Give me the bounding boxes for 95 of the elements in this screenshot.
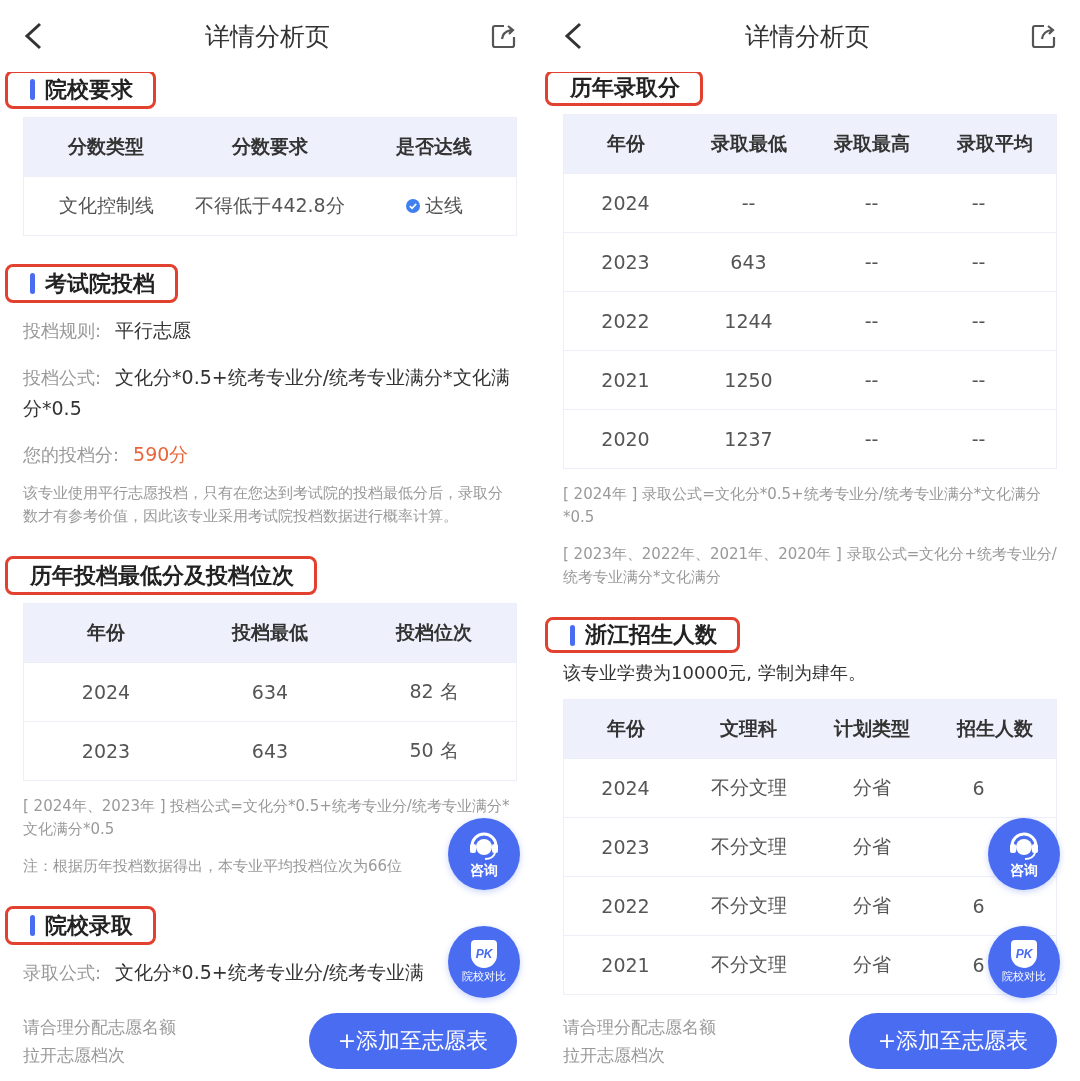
table-cell: 2023: [601, 251, 650, 273]
table-cell: 2021: [601, 369, 650, 391]
table-cell: --: [971, 310, 986, 332]
column-header: 投档位次: [394, 620, 473, 645]
table-cell: 634: [251, 681, 289, 703]
share-icon: [1030, 22, 1058, 50]
section-title: 院校录取: [45, 911, 133, 940]
table-cell-text: 不分文理: [710, 893, 787, 918]
share-button[interactable]: [490, 22, 518, 50]
section-title: 历年投档最低分及投档位次: [30, 561, 294, 590]
table-cell: 2024: [601, 777, 650, 799]
table-cell: 643: [730, 251, 767, 273]
table-cell: 2022: [601, 310, 650, 332]
shield-icon: PK: [471, 940, 497, 968]
column-header: 录取平均: [955, 131, 1034, 156]
section-title: 历年录取分: [570, 74, 680, 102]
column-header: 是否达线: [395, 134, 473, 159]
page-title: 详情分析页: [744, 20, 870, 53]
table-cell: 2022: [601, 895, 650, 917]
info-text: 该专业学费为10000元, 学制为肆年。: [563, 661, 866, 685]
hint-text: 拉开志愿档次: [563, 1043, 666, 1067]
back-icon: [22, 21, 44, 51]
column-header: 年份: [605, 716, 646, 741]
note-text: [ 2024年 ] 录取公式=文化分*0.5+统考专业分/统考专业满分*文化满分*0.5: [563, 484, 1043, 528]
section-title: 考试院投档: [45, 269, 155, 298]
hint-text: 请合理分配志愿名额: [23, 1015, 176, 1039]
table-cell: 1237: [724, 428, 773, 450]
hint-text: 请合理分配志愿名额: [563, 1015, 716, 1039]
table-cell: 2024: [601, 192, 650, 214]
table-cell: --: [971, 251, 986, 273]
table-cell-text: 50 名: [409, 738, 459, 763]
table-cell: --: [864, 369, 879, 391]
column-header: 文理科: [719, 716, 778, 741]
table-cell: --: [741, 192, 756, 214]
note-text: [ 2023年、2022年、2021年、2020年 ] 录取公式=文化分+统考专业分/统考专业满分*文化满分: [563, 544, 1057, 588]
consult-button[interactable]: 咨询: [988, 818, 1060, 890]
table-cell: --: [971, 369, 986, 391]
section-title: 院校要求: [45, 75, 133, 104]
table-cell-text: 文化控制线: [58, 193, 154, 218]
shield-icon: PK: [1011, 940, 1037, 968]
table-cell: 1250: [724, 369, 773, 391]
column-header: 分数要求: [231, 134, 309, 159]
table-cell-text: 分省: [852, 834, 891, 859]
compare-button[interactable]: PK 院校对比: [988, 926, 1060, 998]
table-cell: 2021: [601, 954, 650, 976]
table-cell: --: [971, 192, 986, 214]
table-cell: --: [864, 428, 879, 450]
table-cell-text: 达线: [424, 193, 463, 218]
column-header: 录取最高: [832, 131, 911, 156]
field-text: 投档规则: 平行志愿: [23, 318, 192, 343]
table-cell: --: [864, 192, 879, 214]
hint-text: 拉开志愿档次: [23, 1043, 126, 1067]
back-icon: [562, 21, 584, 51]
table-cell: 2020: [601, 428, 650, 450]
table-cell: 6: [972, 954, 985, 976]
share-button[interactable]: [1030, 22, 1058, 50]
table-cell-text: 不分文理: [710, 834, 787, 859]
section-title: 浙江招生人数: [585, 621, 717, 649]
table-cell-text: 分省: [852, 893, 891, 918]
back-button[interactable]: [562, 21, 584, 51]
column-header: 录取最低: [709, 131, 788, 156]
column-header: 投档最低: [230, 620, 309, 645]
table-cell-text: 82 名: [409, 679, 459, 704]
compare-button[interactable]: PK 院校对比: [448, 926, 520, 998]
table-cell: 6: [972, 777, 985, 799]
column-header: 年份: [86, 620, 126, 645]
table-cell-text: 不得低于442.8分: [195, 193, 345, 218]
table-cell: 1244: [724, 310, 773, 332]
back-button[interactable]: [22, 21, 44, 51]
note-text: 注：根据历年投档数据得出，本专业平均投档位次为66位: [23, 856, 403, 877]
table-cell-text: 分省: [852, 952, 891, 977]
column-header: 计划类型: [832, 716, 911, 741]
table-cell: 2024: [81, 681, 131, 703]
table-cell: 2023: [601, 836, 650, 858]
column-header: 招生人数: [955, 716, 1034, 741]
table-cell: --: [971, 428, 986, 450]
table-cell: 643: [251, 740, 289, 762]
page-title: 详情分析页: [204, 20, 330, 53]
add-to-list-button[interactable]: +添加至志愿表: [849, 1012, 1057, 1069]
table-cell: 6: [972, 895, 985, 917]
note-text: 该专业使用平行志愿投档，只有在您达到考试院的投档最低分后，录取分数才有参考价值，因此该专业采用考试院投档数据进行概率计算。: [23, 483, 504, 527]
table-cell: --: [864, 251, 879, 273]
table-cell: --: [864, 310, 879, 332]
field-text: 投档公式: 文化分*0.5+统考专业分/统考专业满分*文化满分*0.5: [23, 365, 511, 421]
consult-button[interactable]: 咨询: [448, 818, 520, 890]
table-cell: 2023: [81, 740, 131, 762]
share-icon: [490, 22, 518, 50]
table-cell-text: 不分文理: [710, 952, 787, 977]
column-header: 年份: [605, 131, 646, 156]
field-text: 您的投档分: 590分: [23, 442, 189, 467]
table-cell-text: 分省: [852, 775, 891, 800]
column-header: 分数类型: [67, 134, 145, 159]
table-cell-text: 不分文理: [710, 775, 787, 800]
add-to-list-button[interactable]: +添加至志愿表: [309, 1012, 517, 1069]
field-text: 录取公式: 文化分*0.5+统考专业分/统考专业满: [23, 960, 425, 985]
